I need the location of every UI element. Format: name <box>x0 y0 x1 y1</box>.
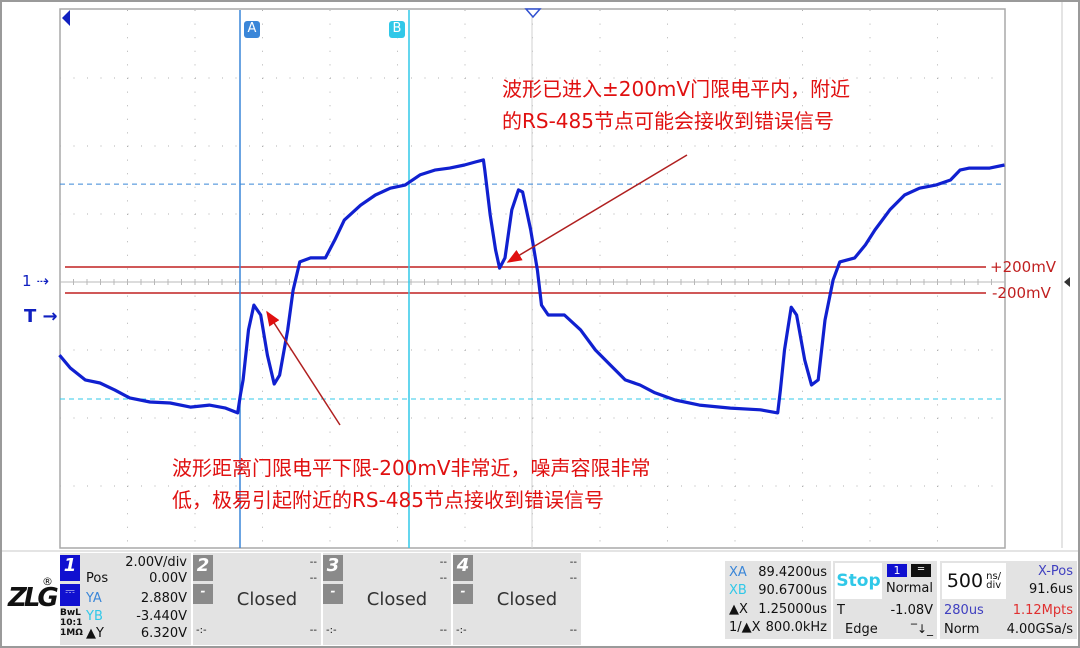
ch2-status: Closed <box>236 589 298 610</box>
dc-coupling-icon[interactable]: ⎓ <box>60 584 80 606</box>
inv-delta-x-label: 1/▲X <box>729 619 761 635</box>
trigger-level-marker[interactable]: T → <box>24 306 58 327</box>
trigger-source[interactable]: 1 <box>887 564 907 577</box>
ch4-extra: -- <box>569 624 577 636</box>
channel-3-panel[interactable]: 3 - -- -- Closed -:- -- <box>323 553 451 645</box>
ch1-position[interactable]: 0.00V <box>149 571 187 586</box>
xa-value: 89.4200us <box>758 564 827 580</box>
ch2-number[interactable]: 2 <box>193 555 213 581</box>
impedance: 1MΩ <box>60 628 83 638</box>
ch4-coupling-icon[interactable]: - <box>453 584 473 604</box>
ch4-scale: -- <box>569 556 577 568</box>
channel-4-panel[interactable]: 4 - -- -- Closed -:- -- <box>453 553 581 645</box>
ch2-extra: -- <box>309 624 317 636</box>
ya-label: YA <box>86 591 102 606</box>
xpos-value[interactable]: 91.6us <box>1029 582 1073 597</box>
ref-label-plus-200mv: +200mV <box>990 258 1057 276</box>
annotation-top: 波形已进入±200mV门限电平内，附近 的RS-485节点可能会接收到错误信号 <box>502 73 850 137</box>
annotation-top-line1: 波形已进入±200mV门限电平内，附近 <box>502 77 851 101</box>
ch4-status: Closed <box>496 589 558 610</box>
ch4-pos: -- <box>569 572 577 584</box>
annotation-bottom: 波形距离门限电平下限-200mV非常近，噪声容限非常 低，极易引起附近的RS-4… <box>172 452 651 516</box>
annotation-top-arrow <box>506 154 688 263</box>
delta-x-label: ▲X <box>729 601 748 617</box>
timebase-panel[interactable]: 500 ns/div X-Pos 91.6us 280us 1.12Mpts No… <box>940 561 1077 639</box>
cursor-measurements: XA 89.4200us XB 90.6700us ▲X 1.25000us 1/▲X… <box>725 561 831 639</box>
record-points: 1.12Mpts <box>1012 602 1073 618</box>
ch3-scale: -- <box>439 556 447 568</box>
acquisition-mode[interactable]: Norm <box>944 622 979 637</box>
trigger-type[interactable]: Edge <box>837 622 878 637</box>
xa-label: XA <box>729 564 747 580</box>
yb-value: -3.440V <box>136 609 187 624</box>
bandwidth-limit: BwL <box>60 608 81 618</box>
ch4-coupling: -:- <box>456 625 467 636</box>
xb-value: 90.6700us <box>758 582 827 598</box>
annotation-top-line2: 的RS-485节点可能会接收到错误信号 <box>502 109 834 133</box>
channel-2-panel[interactable]: 2 - -- -- Closed -:- -- <box>193 553 321 645</box>
pos-label: Pos <box>86 571 109 586</box>
delta-y-label: ▲Y <box>86 626 104 641</box>
ya-value: 2.880V <box>140 591 187 606</box>
trigger-position-icon <box>524 8 542 19</box>
cursor-b-label[interactable]: B <box>389 21 405 38</box>
ch1-probe-info: BwL 10:1 1MΩ <box>60 608 83 638</box>
ch3-coupling-icon[interactable]: - <box>323 584 343 604</box>
trigger-level-label: T <box>837 602 845 618</box>
ch1-number[interactable]: 1 <box>60 555 80 581</box>
right-marker-icon <box>1064 277 1070 287</box>
ch3-coupling: -:- <box>326 625 337 636</box>
ch3-extra: -- <box>439 624 447 636</box>
left-scroll-marker-icon <box>62 10 70 26</box>
trigger-mode[interactable]: Normal <box>886 581 933 596</box>
timebase-scale[interactable]: 500 ns/div <box>942 563 1006 599</box>
ch3-status: Closed <box>366 589 428 610</box>
xpos-label: X-Pos <box>1037 564 1073 579</box>
ch4-number[interactable]: 4 <box>453 555 473 581</box>
yb-label: YB <box>86 609 103 624</box>
sample-rate: 4.00GSa/s <box>1006 621 1073 637</box>
registered-icon: ® <box>42 575 53 588</box>
ch1-marker-label: 1 <box>22 272 32 290</box>
ch1-readouts: 2.00V/div Pos 0.00V YA 2.880V YB -3.440V ▲Y… <box>82 553 191 645</box>
annotation-bottom-line2: 低，极易引起附近的RS-485节点接收到错误信号 <box>172 488 604 512</box>
run-stop-button[interactable]: Stop <box>835 563 882 599</box>
ch2-pos: -- <box>309 572 317 584</box>
record-length-time: 280us <box>944 602 984 618</box>
xb-label: XB <box>729 582 747 598</box>
ch3-number[interactable]: 3 <box>323 555 343 581</box>
arrow-right-icon: ⇢ <box>31 272 49 290</box>
ch2-scale: -- <box>309 556 317 568</box>
timebase-unit-bottom: div <box>986 580 1002 591</box>
annotation-bottom-arrow <box>266 310 341 426</box>
ch2-coupling: -:- <box>196 625 207 636</box>
delta-y-value: 6.320V <box>140 626 187 641</box>
delta-x-value: 1.25000us <box>758 601 827 617</box>
falling-edge-icon: ‾↓_ <box>910 622 933 636</box>
frequency-value: 800.0kHz <box>765 619 827 635</box>
annotation-bottom-line1: 波形距离门限电平下限-200mV非常近，噪声容限非常 <box>172 456 651 480</box>
trigger-level[interactable]: -1.08V <box>890 603 933 618</box>
dc-coupling-icon: ═ <box>911 564 931 577</box>
ch3-pos: -- <box>439 572 447 584</box>
probe-ratio: 10:1 <box>60 618 83 628</box>
cursor-a-label[interactable]: A <box>244 21 260 38</box>
ref-label-minus-200mv: -200mV <box>992 284 1051 302</box>
arrow-right-icon: → <box>36 306 58 327</box>
timebase-value: 500 <box>946 570 984 592</box>
channel-1-panel[interactable]: 1 ⎓ BwL 10:1 1MΩ 2.00V/div Pos 0.00V YA 2.88… <box>60 553 191 645</box>
trigger-marker-label: T <box>24 306 37 327</box>
ch1-offset-marker[interactable]: 1 ⇢ <box>22 272 49 290</box>
ch1-scale[interactable]: 2.00V/div <box>125 555 187 570</box>
ch2-coupling-icon[interactable]: - <box>193 584 213 604</box>
trigger-panel[interactable]: Stop 1 ═ Normal T -1.08V Edge ‾↓_ <box>833 561 937 639</box>
logo-area: ZLG ® <box>2 553 59 645</box>
